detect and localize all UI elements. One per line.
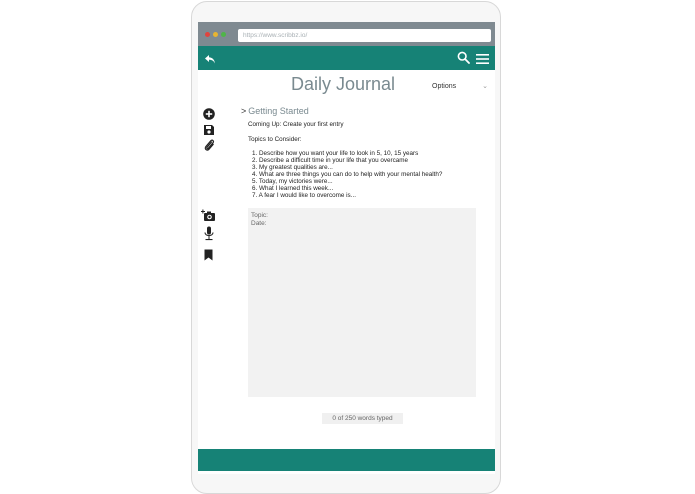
add-photo-icon[interactable] bbox=[201, 209, 216, 227]
topic-label: Topic: bbox=[251, 212, 268, 219]
search-icon[interactable] bbox=[457, 51, 470, 69]
menu-icon[interactable] bbox=[476, 52, 489, 70]
list-item: 4. What are three things you can do to h… bbox=[252, 171, 443, 178]
maximize-window-dot[interactable] bbox=[221, 32, 226, 37]
app-header bbox=[198, 46, 495, 70]
list-item: 7. A fear I would like to overcome is... bbox=[252, 192, 356, 199]
paperclip-icon[interactable] bbox=[203, 138, 215, 157]
tablet-frame: https://www.scribbz.io/ Daily Journal Op… bbox=[191, 1, 501, 494]
options-dropdown[interactable]: Options ⌄ bbox=[432, 80, 488, 92]
section-title[interactable]: > Getting Started bbox=[241, 106, 309, 116]
close-window-dot[interactable] bbox=[205, 32, 210, 37]
microphone-icon[interactable] bbox=[203, 226, 215, 246]
bookmark-icon[interactable] bbox=[204, 248, 213, 266]
list-item: 3. My greatest qualities are... bbox=[252, 164, 333, 171]
section-title-text: Getting Started bbox=[248, 106, 309, 116]
app-footer bbox=[198, 449, 495, 471]
url-bar[interactable]: https://www.scribbz.io/ bbox=[238, 29, 491, 42]
browser-bar: https://www.scribbz.io/ bbox=[198, 22, 495, 46]
options-label: Options bbox=[432, 82, 457, 90]
word-counter: 0 of 250 words typed bbox=[322, 413, 403, 424]
topics-heading: Topics to Consider: bbox=[248, 136, 302, 143]
list-item: 2. Describe a difficult time in your lif… bbox=[252, 157, 408, 164]
chevron-right-icon: > bbox=[241, 106, 247, 116]
tablet-screen: https://www.scribbz.io/ Daily Journal Op… bbox=[198, 22, 495, 474]
list-item: 6. What I learned this week... bbox=[252, 185, 334, 192]
journal-entry-editor[interactable]: Topic: Date: bbox=[248, 208, 476, 397]
topics-list: 1. Describe how you want your life to lo… bbox=[252, 150, 442, 199]
date-label: Date: bbox=[251, 220, 267, 227]
chevron-down-icon: ⌄ bbox=[482, 83, 488, 90]
list-item: 5. Today, my victories were... bbox=[252, 178, 333, 185]
list-item: 1. Describe how you want your life to lo… bbox=[252, 150, 419, 157]
minimize-window-dot[interactable] bbox=[213, 32, 218, 37]
back-arrow-icon[interactable] bbox=[204, 52, 216, 70]
page-title: Daily Journal bbox=[290, 74, 396, 94]
coming-up-text: Coming Up: Create your first entry bbox=[248, 121, 344, 128]
